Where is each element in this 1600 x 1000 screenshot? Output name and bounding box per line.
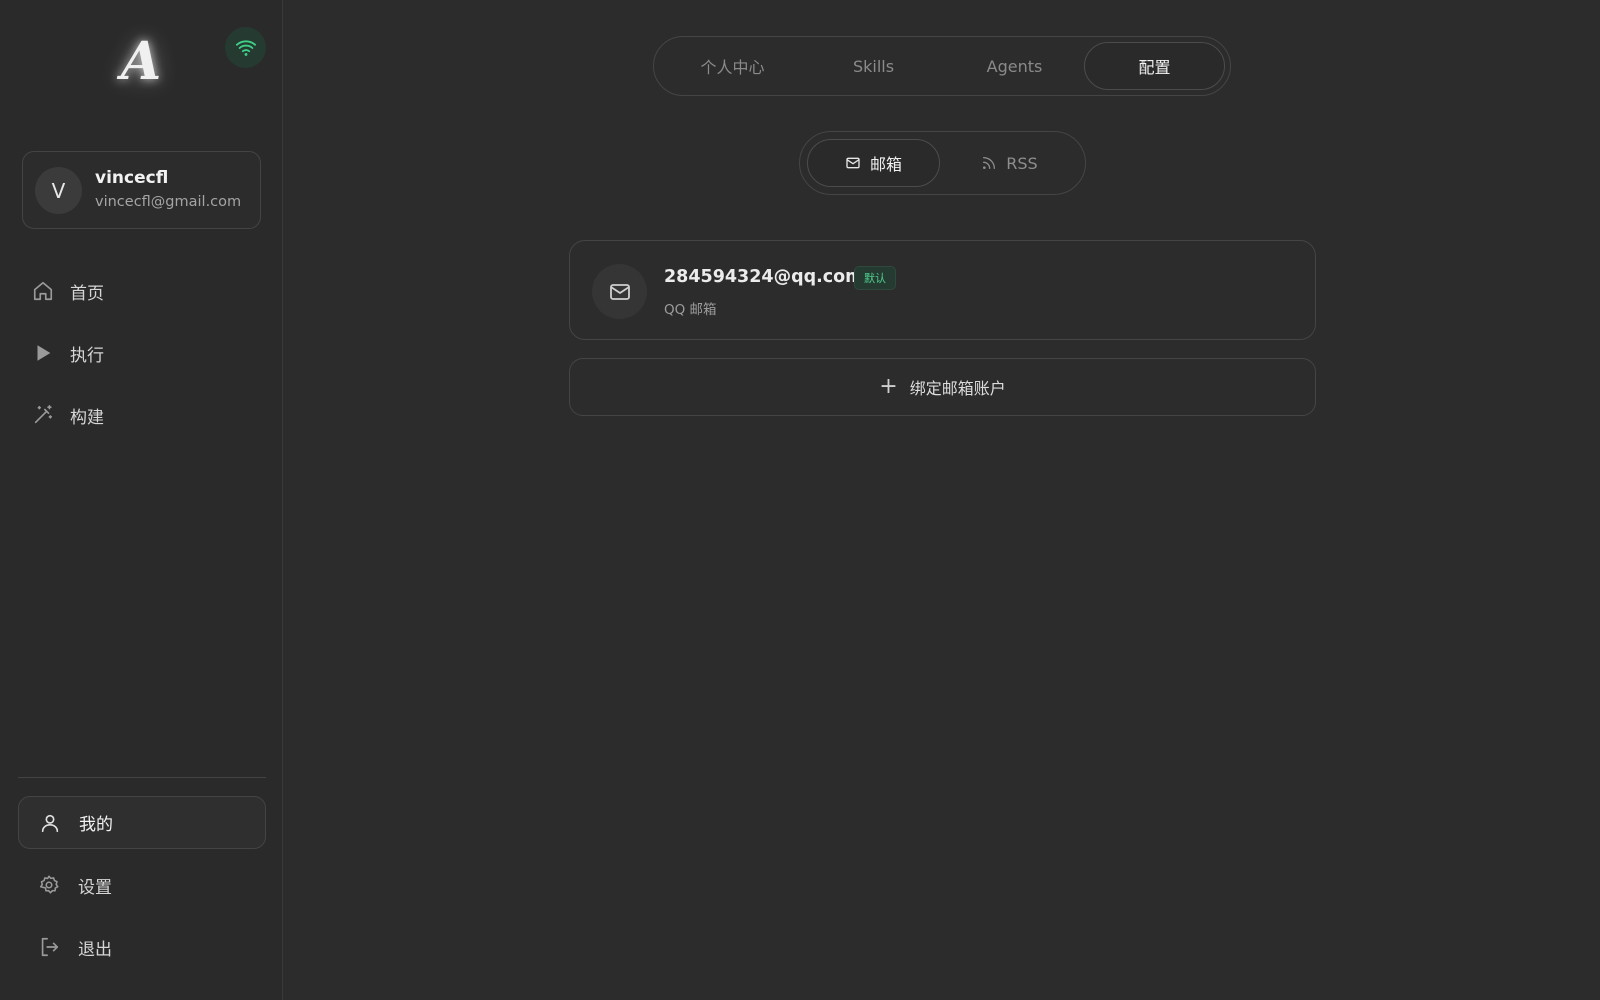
mail-icon [845,155,861,171]
app-logo: A [120,30,162,92]
user-card[interactable]: V vincecfl vincecfl@gmail.com [22,151,261,229]
magic-wand-icon [30,402,56,428]
mail-provider: QQ 邮箱 [664,302,717,318]
sidebar-item-mine[interactable]: 我的 [18,796,266,849]
sidebar-item-logout[interactable]: 退出 [36,927,256,967]
bind-button-label: 绑定邮箱账户 [909,379,1006,398]
tab-rss[interactable]: RSS [943,139,1076,187]
sidebar-item-settings[interactable]: 设置 [36,865,256,905]
plus-icon: + [879,374,898,399]
play-icon [30,340,56,366]
sidebar-item-label: 我的 [79,815,113,835]
sidebar-item-label: 构建 [70,407,104,428]
sidebar-item-home[interactable]: 首页 [30,271,260,311]
tab-label: 邮箱 [869,155,902,174]
sidebar-item-label: 执行 [70,345,104,366]
tab-agents[interactable]: Agents [944,42,1085,90]
mail-address: 284594324@qq.com [664,267,864,287]
tab-label: RSS [1006,153,1038,173]
sidebar-item-label: 首页 [70,283,104,304]
sidebar-item-label: 设置 [78,877,112,898]
home-icon [30,278,56,304]
top-tab-bar: 个人中心 Skills Agents 配置 [653,36,1231,96]
tab-profile[interactable]: 个人中心 [662,42,803,90]
default-badge: 默认 [854,266,896,290]
sidebar: A V vincecfl vincecfl@gmail.com 首页 执行 构建… [0,0,283,1000]
sidebar-item-label: 退出 [78,939,112,960]
sub-tab-bar: 邮箱 RSS [799,131,1086,195]
avatar: V [35,167,82,214]
gear-icon [36,872,62,898]
sidebar-item-build[interactable]: 构建 [30,395,260,435]
sidebar-divider [18,777,266,778]
user-icon [37,810,63,836]
user-email: vincecfl@gmail.com [95,194,242,210]
tab-config[interactable]: 配置 [1084,42,1225,90]
tab-mailbox[interactable]: 邮箱 [807,139,940,187]
bind-mail-account-button[interactable]: + 绑定邮箱账户 [569,358,1316,416]
sidebar-item-execute[interactable]: 执行 [30,333,260,373]
wifi-icon[interactable] [225,27,266,68]
app-root: A V vincecfl vincecfl@gmail.com 首页 执行 构建… [0,0,1600,1000]
tab-skills[interactable]: Skills [803,42,944,90]
user-name: vincecfl [95,168,169,188]
rss-icon [981,155,997,171]
mail-account-card[interactable]: 284594324@qq.com 默认 QQ 邮箱 [569,240,1316,340]
mail-icon [592,264,647,319]
logout-icon [36,934,62,960]
